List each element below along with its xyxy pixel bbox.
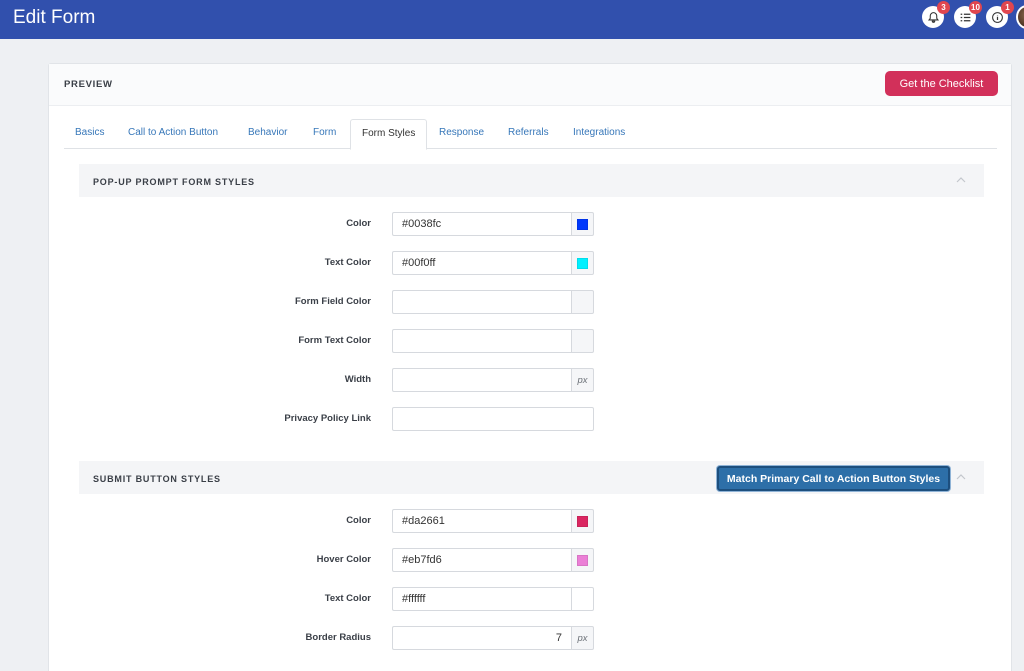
- section-title: SUBMIT BUTTON STYLES: [93, 474, 221, 484]
- field-row-text-color: Text Color: [49, 251, 1013, 275]
- width-input[interactable]: [392, 368, 571, 392]
- field-label: Hover Color: [316, 554, 371, 565]
- info-badge: 1: [1001, 1, 1014, 14]
- border-radius-input[interactable]: [392, 626, 571, 650]
- submit-styles-section-header[interactable]: SUBMIT BUTTON STYLES Match Primary Call …: [79, 461, 984, 494]
- submit-color-input[interactable]: [392, 509, 571, 533]
- hover-color-swatch-button[interactable]: [571, 548, 594, 572]
- text-color-input[interactable]: [392, 251, 571, 275]
- color-swatch: [577, 593, 588, 605]
- notifications-badge: 3: [937, 1, 950, 14]
- field-row-hover-color: Hover Color: [49, 548, 1013, 572]
- form-field-color-swatch-button[interactable]: [571, 290, 594, 314]
- field-label: Privacy Policy Link: [284, 413, 371, 424]
- privacy-policy-link-input[interactable]: [392, 407, 594, 431]
- tasks-badge: 10: [969, 1, 982, 14]
- tab-form[interactable]: Form: [302, 119, 347, 149]
- match-primary-cta-styles-button[interactable]: Match Primary Call to Action Button Styl…: [717, 466, 950, 491]
- form-text-color-input[interactable]: [392, 329, 571, 353]
- popup-styles-section-header[interactable]: POP-UP PROMPT FORM STYLES: [79, 164, 984, 197]
- field-row-form-text-color: Form Text Color: [49, 329, 1013, 353]
- color-swatch: [577, 218, 588, 230]
- field-row-color: Color: [49, 212, 1013, 236]
- form-text-color-swatch-button[interactable]: [571, 329, 594, 353]
- submit-color-swatch-button[interactable]: [571, 509, 594, 533]
- color-swatch: [577, 515, 588, 527]
- color-swatch: [577, 554, 588, 566]
- color-input[interactable]: [392, 212, 571, 236]
- info-icon: [991, 11, 1003, 23]
- color-swatch: [577, 257, 588, 269]
- color-swatch-button[interactable]: [571, 212, 594, 236]
- info-button[interactable]: 1: [986, 1, 1014, 28]
- tab-form-styles[interactable]: Form Styles: [350, 119, 428, 150]
- chevron-up-icon[interactable]: [954, 173, 968, 187]
- unit-addon: px: [571, 626, 594, 650]
- avatar[interactable]: [1016, 5, 1024, 29]
- tab-integrations[interactable]: Integrations: [562, 119, 636, 149]
- card-header-label: PREVIEW: [64, 79, 113, 90]
- card-header: PREVIEW Get the Checklist: [49, 64, 1011, 106]
- tab-referrals[interactable]: Referrals: [497, 119, 560, 149]
- get-checklist-button[interactable]: Get the Checklist: [885, 71, 998, 96]
- hover-color-input[interactable]: [392, 548, 571, 572]
- tab-call-to-action-button[interactable]: Call to Action Button: [117, 119, 229, 149]
- field-label: Form Field Color: [295, 296, 371, 307]
- form-field-color-input[interactable]: [392, 290, 571, 314]
- field-row-submit-text-color: Text Color: [49, 587, 1013, 611]
- submit-text-color-input[interactable]: [392, 587, 571, 611]
- text-color-swatch-button[interactable]: [571, 251, 594, 275]
- field-label: Color: [346, 218, 371, 229]
- unit-addon: px: [571, 368, 594, 392]
- field-row-submit-color: Color: [49, 509, 1013, 533]
- section-title: POP-UP PROMPT FORM STYLES: [93, 177, 255, 187]
- tab-bar: Basics Call to Action Button Behavior Fo…: [64, 119, 997, 150]
- field-row-width: Width px: [49, 368, 1013, 392]
- field-label: Text Color: [324, 593, 371, 604]
- tab-behavior[interactable]: Behavior: [237, 119, 298, 149]
- tab-response[interactable]: Response: [428, 119, 495, 149]
- field-label: Color: [346, 515, 371, 526]
- form-editor-card: PREVIEW Get the Checklist Basics Call to…: [48, 63, 1012, 671]
- page-title: Edit Form: [13, 7, 96, 28]
- field-label: Border Radius: [305, 632, 371, 643]
- chevron-up-icon[interactable]: [954, 470, 968, 484]
- field-label: Width: [344, 374, 371, 385]
- tasks-button[interactable]: 10: [954, 1, 982, 28]
- bell-icon: [927, 11, 939, 23]
- field-label: Form Text Color: [298, 335, 371, 346]
- top-bar: Edit Form 3 10 1: [0, 0, 1024, 39]
- field-row-form-field-color: Form Field Color: [49, 290, 1013, 314]
- tab-basics[interactable]: Basics: [64, 119, 115, 149]
- list-icon: [960, 13, 970, 21]
- submit-text-color-swatch-button[interactable]: [571, 587, 594, 611]
- field-label: Text Color: [324, 257, 371, 268]
- field-row-privacy-policy-link: Privacy Policy Link: [49, 407, 1013, 431]
- notifications-button[interactable]: 3: [922, 1, 950, 28]
- field-row-border-radius: Border Radius px: [49, 626, 1013, 650]
